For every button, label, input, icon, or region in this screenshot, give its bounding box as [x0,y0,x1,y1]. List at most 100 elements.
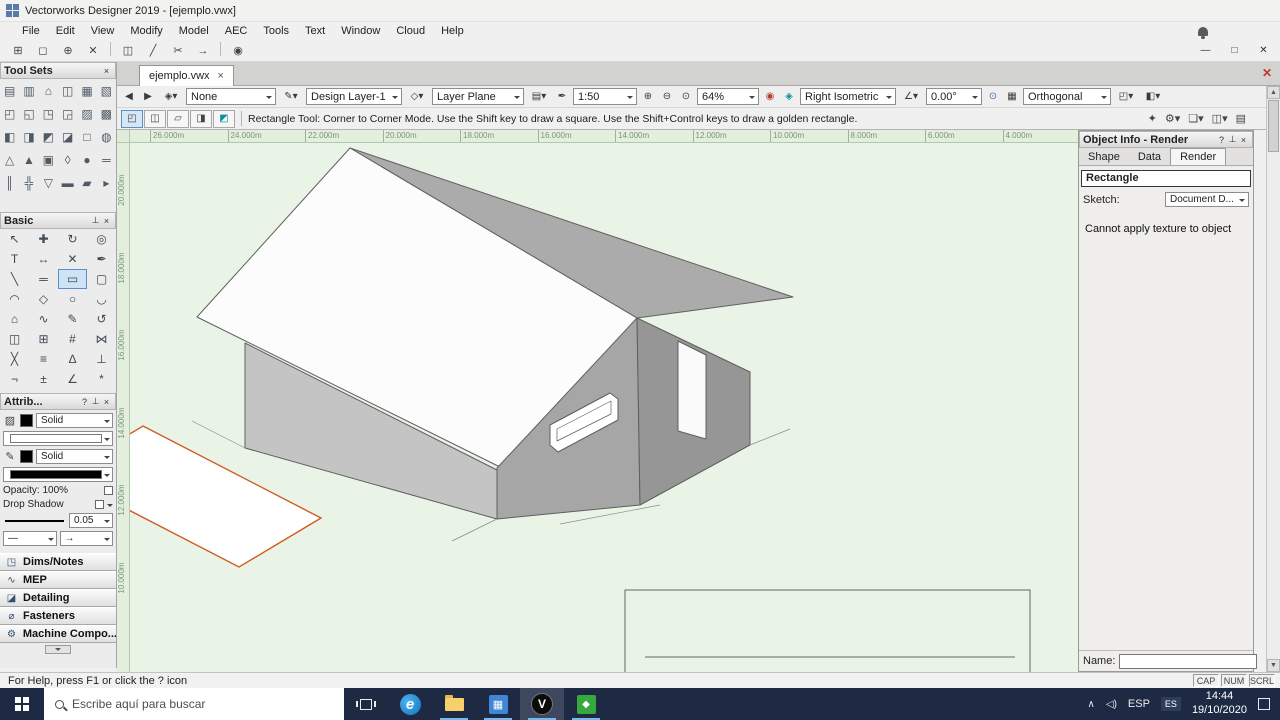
active-plane-select[interactable]: Layer Plane [432,88,524,105]
spiral-tool-icon[interactable]: ↺ [87,309,116,329]
end-marker-select[interactable]: → [59,531,113,546]
grid-toggle-icon[interactable]: ▦ [1004,88,1020,106]
scrollbar-thumb[interactable] [1268,100,1279,152]
flyover-tool-icon[interactable]: ✦ [1148,110,1157,128]
render-settings-icon[interactable]: ⚙▾ [1165,110,1180,128]
protractor-tool-icon[interactable]: ∠ [58,369,87,389]
hardscape-tool-icon[interactable]: ● [77,148,96,171]
menu-item[interactable]: Tools [255,25,297,37]
notifications-bell-icon[interactable] [1198,26,1208,39]
layer-options-icon[interactable]: ✎▾ [279,88,303,106]
close-button[interactable]: ✕ [1249,42,1278,60]
chamfer-tool-icon[interactable]: ⊥ [87,349,116,369]
object-name-input[interactable] [1119,653,1258,669]
clip-cube-icon[interactable]: ◫▾ [1212,110,1228,128]
origin-icon[interactable]: ⊙ [985,88,1001,106]
ramp-tool-icon[interactable]: ◧ [0,125,19,148]
render-style-icon[interactable]: ❏▾ [1188,110,1203,128]
object-info-tab[interactable]: Data [1129,149,1170,165]
volume-icon[interactable]: ◁) [1106,699,1117,710]
tab-close-icon[interactable]: × [218,70,224,82]
plane-options-icon[interactable]: ◇▾ [405,88,429,106]
close-palette-icon[interactable]: × [101,216,112,226]
tray-expand-icon[interactable]: ∧ [1088,699,1095,710]
hatch-tool-icon[interactable]: # [58,329,87,349]
snap-to-intersection-icon[interactable]: ✕ [81,42,105,60]
mirror-tool-icon[interactable]: ◫ [0,329,29,349]
rectangle-tool-icon[interactable]: ▭ [58,269,87,289]
push-pull-mode-icon[interactable]: ◩ [213,109,235,128]
massing-model-tool-icon[interactable]: ▲ [19,148,38,171]
pen-color-swatch[interactable] [20,450,33,463]
action-center-icon[interactable] [1258,698,1270,710]
green-app-button[interactable]: ◆ [564,688,608,720]
zoom-tool-icon[interactable]: ◎ [87,229,116,249]
trim-tool-icon[interactable]: ✕ [58,249,87,269]
space-tool-icon[interactable]: ◨ [19,125,38,148]
symbol-insert-tool-icon[interactable]: ⊞ [29,329,58,349]
pan-tool-icon[interactable]: ✚ [29,229,58,249]
selection-tool-icon[interactable]: ↖ [0,229,29,249]
sheet-options-icon[interactable]: ▤▾ [527,88,551,106]
rounded-rectangle-tool-icon[interactable]: ▢ [87,269,116,289]
move-by-points-tool-icon[interactable]: ± [29,369,58,389]
snap-to-grid-icon[interactable]: ⊞ [6,42,30,60]
active-class-select[interactable]: None [186,88,276,105]
slab-tool-icon[interactable]: ▧ [97,79,116,102]
separator[interactable] [220,41,221,56]
start-marker-select[interactable]: — [3,531,57,546]
clip-tool-icon[interactable]: ¬ [0,369,29,389]
pane-close-icon[interactable]: ✕ [1262,66,1272,80]
round-wall-tool-icon[interactable]: ▥ [19,79,38,102]
center-to-corner-mode-icon[interactable]: ◫ [144,109,166,128]
detail-callout-tool-icon[interactable]: ║ [0,171,19,194]
fill-style-select[interactable]: Solid [36,413,113,428]
pin-palette-icon[interactable]: ⊥ [90,215,101,226]
help-palette-icon[interactable]: ? [79,397,90,407]
start-button[interactable] [0,688,44,720]
basic-palette-header[interactable]: Basic ⊥ × [0,212,116,229]
tool-sets-palette-header[interactable]: Tool Sets × [0,62,116,79]
close-palette-icon[interactable]: × [101,66,112,76]
rotate-view-tool-icon[interactable]: ↻ [58,229,87,249]
object-info-header[interactable]: Object Info - Render ? ⊥ × [1079,131,1253,148]
menu-item[interactable]: Modify [122,25,170,37]
selection-marquee-icon[interactable]: ◻ [31,42,55,60]
locus-tool-icon[interactable]: * [87,369,116,389]
move-arrow-icon[interactable]: → [191,42,215,60]
edge-button[interactable]: e [388,688,432,720]
corner-options-mode-icon[interactable]: ◨ [190,109,212,128]
fill-color-select[interactable] [3,431,113,446]
scissors-icon[interactable]: ✂ [166,42,190,60]
regular-polygon-tool-icon[interactable]: ⌂ [0,309,29,329]
toolset-group-detailing[interactable]: ◪ Detailing [0,589,116,607]
fence-tool-icon[interactable]: ═ [97,148,116,171]
menu-item[interactable]: Model [171,25,217,37]
line-snap-icon[interactable]: ╱ [141,42,165,60]
pilaster-tool-icon[interactable]: ▨ [77,102,96,125]
wall-tool-icon[interactable]: ▤ [0,79,19,102]
ellipse-tool-icon[interactable]: ◡ [87,289,116,309]
door-tool-icon[interactable]: ⌂ [39,79,58,102]
document-tab[interactable]: ejemplo.vwx × [139,65,234,86]
section-line-tool-icon[interactable]: ╬ [19,171,38,194]
drawing-surface[interactable] [130,143,1078,672]
zoom-in-icon[interactable]: ⊕ [640,88,656,106]
forward-view-icon[interactable]: ▶ [140,88,156,106]
close-palette-icon[interactable]: × [101,397,112,407]
toolset-group-mep[interactable]: ∿ MEP [0,571,116,589]
zoom-marquee-icon[interactable]: ⊙ [678,88,694,106]
separator[interactable] [110,41,111,56]
truss-tool-icon[interactable]: ◪ [58,125,77,148]
menu-item[interactable]: Window [333,25,388,37]
blue-app-button[interactable]: ▦ [476,688,520,720]
restore-button[interactable]: □ [1220,42,1249,60]
menu-item[interactable]: Cloud [388,25,433,37]
fillet-tool-icon[interactable]: ∆ [58,349,87,369]
menu-item[interactable]: Help [433,25,472,37]
menu-item[interactable]: Edit [48,25,83,37]
angle-options-icon[interactable]: ∠▾ [899,88,923,106]
current-view-select[interactable]: Right Isometric [800,88,896,105]
circle-tool-icon[interactable]: ○ [58,289,87,309]
pen-color-select[interactable] [3,467,113,482]
